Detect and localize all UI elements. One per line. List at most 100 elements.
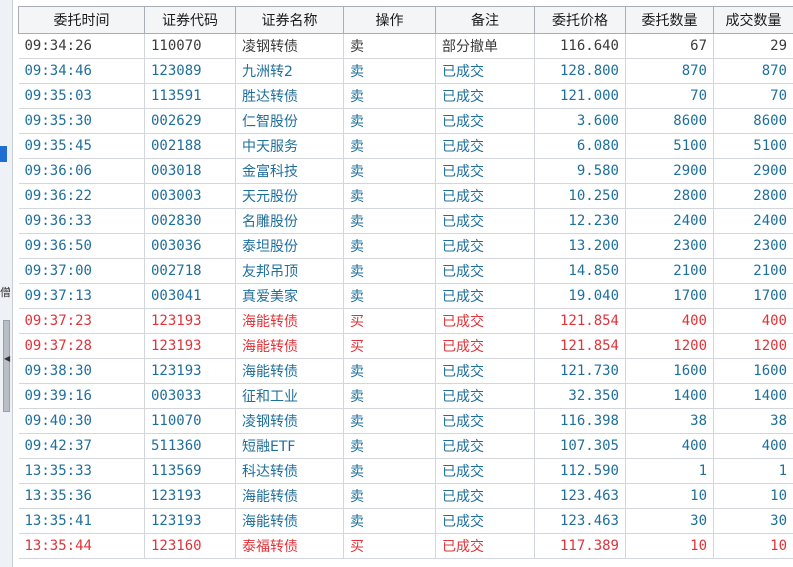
table-row[interactable]: 09:35:30 002629 仁智股份卖已成交 3.600 8600 8600 [18, 108, 793, 134]
cell-order-time: 09:37:28 [18, 333, 145, 359]
cell-order-price: 123.463 [534, 483, 626, 509]
table-row[interactable]: 09:40:30 110070 凌钢转债卖已成交 116.398 38 38 [18, 408, 793, 434]
cell-order-time: 09:36:22 [18, 183, 145, 209]
orders-table: 委托时间 证券代码 证券名称 操作 备注 委托价格 委托数量 成交数量 09:3… [18, 6, 793, 559]
cell-remark: 已成交 [435, 533, 535, 559]
cell-order-time: 09:36:06 [18, 158, 145, 184]
cell-order-quantity: 1 [625, 458, 714, 484]
cell-remark: 已成交 [435, 308, 535, 334]
table-row[interactable]: 09:36:22 003003 天元股份卖已成交 10.250 2800 2800 [18, 183, 793, 209]
cell-order-quantity: 5100 [625, 133, 714, 159]
cell-operation: 卖 [343, 183, 436, 209]
cell-order-price: 117.389 [534, 533, 626, 559]
header-order-price[interactable]: 委托价格 [534, 6, 626, 34]
table-row[interactable]: 09:38:30 123193 海能转债卖已成交 121.730 1600 1600 [18, 358, 793, 384]
cell-order-price: 10.250 [534, 183, 626, 209]
cell-remark: 已成交 [435, 433, 535, 459]
cell-filled-quantity: 10 [713, 533, 793, 559]
cell-order-time: 09:35:30 [18, 108, 145, 134]
cell-order-quantity: 2800 [625, 183, 714, 209]
cell-remark: 已成交 [435, 258, 535, 284]
header-security-code[interactable]: 证券代码 [144, 6, 236, 34]
table-row[interactable]: 09:34:46 123089 九洲转2 卖已成交 128.800 870 870 [18, 58, 793, 84]
cell-remark: 已成交 [435, 133, 535, 159]
cell-security-code: 123193 [144, 308, 236, 334]
cell-order-quantity: 2900 [625, 158, 714, 184]
cell-order-price: 116.398 [534, 408, 626, 434]
cell-security-code: 511360 [144, 433, 236, 459]
table-row[interactable]: 09:36:06 003018 金富科技卖已成交 9.580 2900 2900 [18, 158, 793, 184]
panel-collapse-handle[interactable] [3, 320, 10, 412]
cell-order-time: 09:36:33 [18, 208, 145, 234]
cell-security-name: 仁智股份 [235, 108, 344, 134]
cell-security-name: 短融ETF [235, 433, 344, 459]
header-security-name[interactable]: 证券名称 [235, 6, 344, 34]
cell-remark: 已成交 [435, 108, 535, 134]
cell-security-code: 002718 [144, 258, 236, 284]
table-row[interactable]: 13:35:36 123193 海能转债卖已成交 123.463 10 10 [18, 483, 793, 509]
cell-filled-quantity: 8600 [713, 108, 793, 134]
cell-security-name: 海能转债 [235, 333, 344, 359]
cell-order-price: 12.230 [534, 208, 626, 234]
cell-security-code: 002629 [144, 108, 236, 134]
cell-operation: 卖 [343, 83, 436, 109]
panel-selection-marker [0, 146, 7, 162]
table-row[interactable]: 09:37:28 123193 海能转债买已成交 121.854 1200 1200 [18, 333, 793, 359]
orders-grid: 委托时间 证券代码 证券名称 操作 备注 委托价格 委托数量 成交数量 09:3… [18, 6, 793, 567]
cell-filled-quantity: 2400 [713, 208, 793, 234]
cell-order-time: 09:36:50 [18, 233, 145, 259]
cell-order-price: 121.854 [534, 333, 626, 359]
cell-operation: 卖 [343, 383, 436, 409]
cell-security-code: 123193 [144, 333, 236, 359]
cell-security-code: 110070 [144, 408, 236, 434]
table-row[interactable]: 09:36:50 003036 泰坦股份卖已成交 13.200 2300 2300 [18, 233, 793, 259]
cell-order-time: 13:35:33 [18, 458, 145, 484]
cell-order-time: 09:39:16 [18, 383, 145, 409]
cell-filled-quantity: 2900 [713, 158, 793, 184]
cell-security-code: 113569 [144, 458, 236, 484]
cell-order-quantity: 400 [625, 308, 714, 334]
cell-security-name: 凌钢转债 [235, 33, 344, 59]
cell-operation: 买 [343, 333, 436, 359]
cell-security-name: 中天服务 [235, 133, 344, 159]
header-remark[interactable]: 备注 [435, 6, 535, 34]
table-row[interactable]: 09:37:23 123193 海能转债买已成交 121.854 400 400 [18, 308, 793, 334]
table-row[interactable]: 09:36:33 002830 名雕股份卖已成交 12.230 2400 2400 [18, 208, 793, 234]
table-row[interactable]: 09:37:13 003041 真爱美家卖已成交 19.040 1700 1700 [18, 283, 793, 309]
table-row[interactable]: 09:35:45 002188 中天服务卖已成交 6.080 5100 5100 [18, 133, 793, 159]
table-row[interactable]: 09:34:26 110070 凌钢转债卖部分撤单 116.640 67 29 [18, 33, 793, 59]
collapse-arrow-icon[interactable]: ◀ [4, 354, 10, 364]
table-row[interactable]: 09:42:37 511360 短融ETF 卖已成交 107.305 400 400 [18, 433, 793, 459]
cell-order-time: 09:35:03 [18, 83, 145, 109]
table-row[interactable]: 13:35:33 113569 科达转债卖已成交 112.590 1 1 [18, 458, 793, 484]
cell-order-price: 6.080 [534, 133, 626, 159]
cell-security-name: 天元股份 [235, 183, 344, 209]
cell-filled-quantity: 400 [713, 433, 793, 459]
cell-order-time: 09:35:45 [18, 133, 145, 159]
left-side-panel: 僧 ◀ [0, 0, 13, 567]
cell-filled-quantity: 30 [713, 508, 793, 534]
cell-security-code: 123089 [144, 58, 236, 84]
header-order-time[interactable]: 委托时间 [18, 6, 145, 34]
cell-security-code: 123193 [144, 508, 236, 534]
table-row[interactable]: 13:35:44 123160 泰福转债买已成交 117.389 10 10 [18, 533, 793, 559]
table-row[interactable]: 09:37:00 002718 友邦吊顶卖已成交 14.850 2100 2100 [18, 258, 793, 284]
cell-remark: 已成交 [435, 483, 535, 509]
table-header-row: 委托时间 证券代码 证券名称 操作 备注 委托价格 委托数量 成交数量 [18, 6, 793, 34]
table-row[interactable]: 09:35:03 113591 胜达转债卖已成交 121.000 70 70 [18, 83, 793, 109]
table-row[interactable]: 09:39:16 003033 征和工业卖已成交 32.350 1400 1400 [18, 383, 793, 409]
table-row[interactable]: 13:35:41 123193 海能转债卖已成交 123.463 30 30 [18, 508, 793, 534]
cell-order-quantity: 2300 [625, 233, 714, 259]
header-filled-quantity[interactable]: 成交数量 [713, 6, 793, 34]
cell-security-code: 110070 [144, 33, 236, 59]
cell-order-quantity: 1700 [625, 283, 714, 309]
cell-filled-quantity: 1 [713, 458, 793, 484]
cell-order-quantity: 2400 [625, 208, 714, 234]
cell-order-quantity: 1400 [625, 383, 714, 409]
header-order-quantity[interactable]: 委托数量 [625, 6, 714, 34]
header-operation[interactable]: 操作 [343, 6, 436, 34]
cell-security-name: 凌钢转债 [235, 408, 344, 434]
cell-order-quantity: 1600 [625, 358, 714, 384]
cell-operation: 卖 [343, 108, 436, 134]
cell-order-price: 14.850 [534, 258, 626, 284]
